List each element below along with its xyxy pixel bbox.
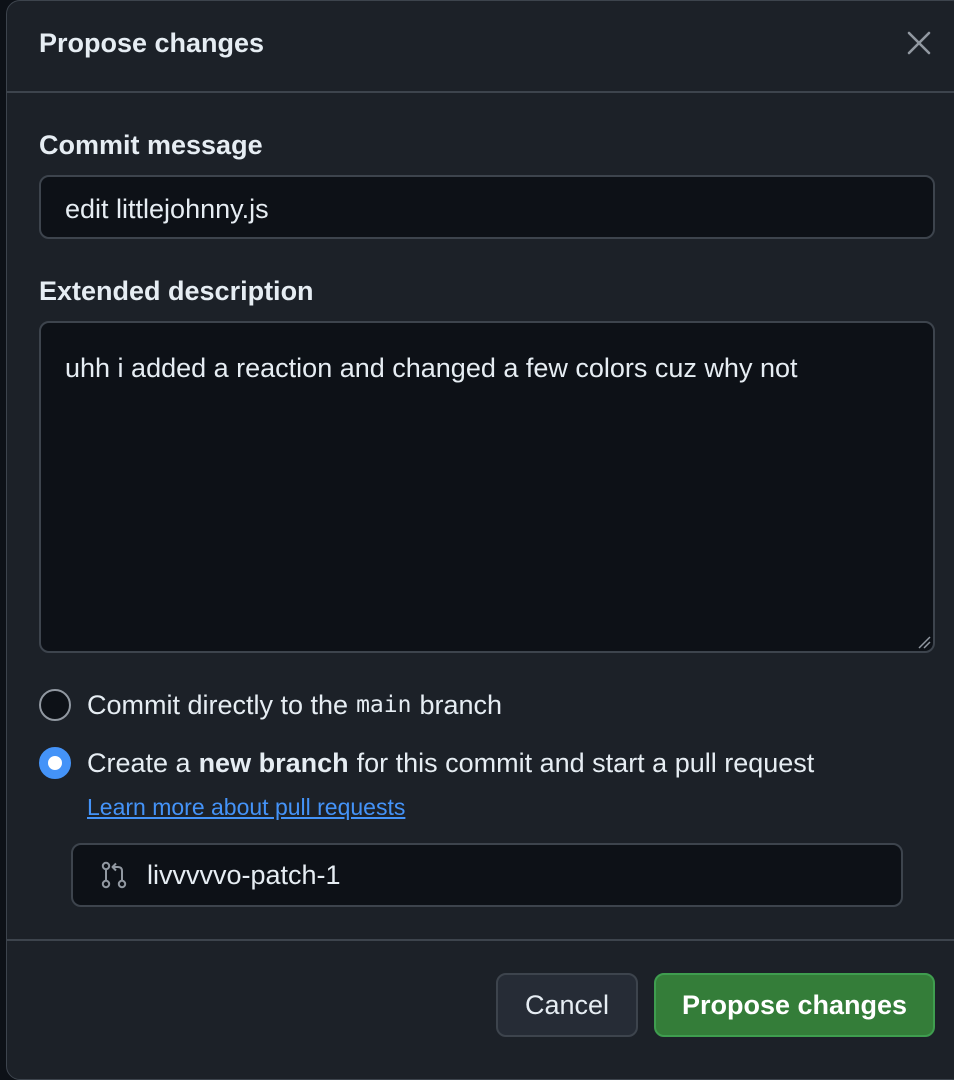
branch-name-value: livvvvvo-patch-1 <box>147 859 341 890</box>
branch-name-input[interactable]: livvvvvo-patch-1 <box>71 843 903 907</box>
footer-divider <box>7 939 954 941</box>
commit-direct-prefix: Commit directly to the <box>87 689 349 720</box>
close-icon <box>907 31 931 55</box>
extended-description-text: uhh i added a reaction and changed a few… <box>65 353 798 383</box>
commit-direct-option[interactable]: Commit directly to the main branch <box>39 689 502 721</box>
resize-handle-icon[interactable] <box>917 635 931 649</box>
propose-changes-dialog: Propose changes Commit message edit litt… <box>6 0 954 1080</box>
extended-description-label: Extended description <box>39 276 314 306</box>
extended-description-textarea[interactable]: uhh i added a reaction and changed a few… <box>39 321 935 653</box>
commit-message-input[interactable]: edit littlejohnny.js <box>39 175 935 239</box>
main-branch-name: main <box>356 692 412 718</box>
new-branch-bold: new branch <box>198 747 349 778</box>
dialog-title: Propose changes <box>39 28 265 58</box>
learn-more-link[interactable]: Learn more about pull requests <box>87 794 405 821</box>
new-branch-prefix: Create a <box>87 747 191 778</box>
git-pull-request-icon <box>101 861 127 889</box>
new-branch-suffix: for this commit and start a pull request <box>356 747 815 778</box>
cancel-button[interactable]: Cancel <box>496 973 638 1037</box>
new-branch-option[interactable]: Create a new branch for this commit and … <box>39 747 814 779</box>
commit-direct-radio[interactable] <box>39 689 71 721</box>
new-branch-radio[interactable] <box>39 747 71 779</box>
commit-message-label: Commit message <box>39 130 263 160</box>
dialog-header: Propose changes <box>7 1 954 93</box>
commit-direct-suffix: branch <box>419 689 503 720</box>
close-button[interactable] <box>903 27 935 59</box>
propose-changes-button[interactable]: Propose changes <box>654 973 935 1037</box>
